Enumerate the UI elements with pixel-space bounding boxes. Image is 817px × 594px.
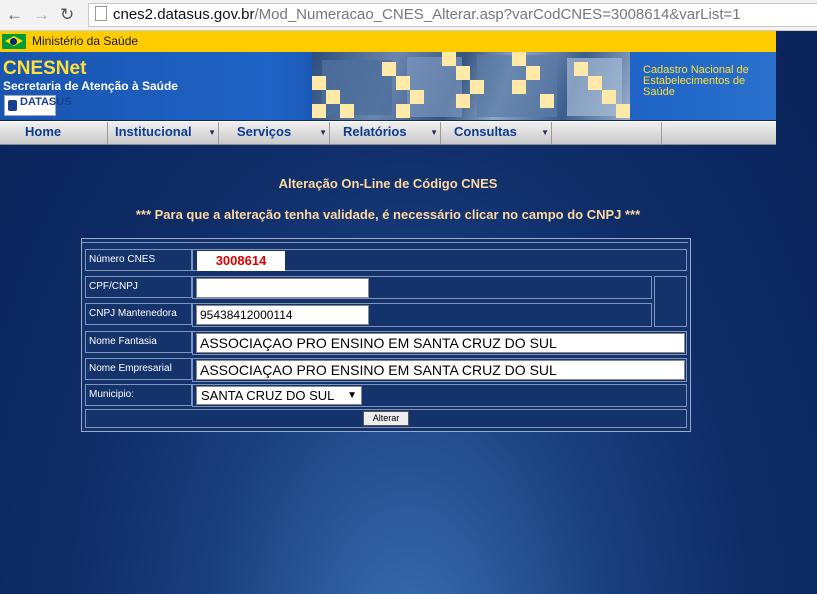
nome-fantasia-input[interactable] [196, 333, 685, 353]
url-path: /Mod_Numeracao_CNES_Alterar.asp?varCodCN… [254, 6, 741, 23]
panel-top-line [82, 239, 688, 243]
menu-item-home[interactable]: Home [0, 122, 108, 144]
dropdown-arrow-icon: ▼ [430, 128, 438, 137]
ministry-strip: Ministério da Saúde [0, 31, 776, 53]
main-menu: Home Institucional ▼ Serviços ▼ Relatóri… [0, 121, 776, 145]
cpf-cnpj-label: CPF/CNPJ [85, 276, 192, 298]
chevron-down-icon: ▼ [347, 390, 357, 401]
validity-warning: *** Para que a alteração tenha validade,… [135, 207, 641, 222]
nome-fantasia-label: Nome Fantasia [85, 331, 192, 353]
page-icon [95, 6, 107, 21]
header-banner: CNESNet Secretaria de Atenção à Saúde DA… [0, 52, 776, 120]
menu-item-label: Institucional [115, 124, 192, 139]
cadastro-caption: Cadastro Nacional de Estabelecimentos de… [643, 65, 749, 98]
datasus-logo[interactable]: DATASUS [4, 95, 72, 116]
municipio-selected-value: SANTA CRUZ DO SUL [201, 388, 335, 403]
browser-toolbar: ← → ↻ cnes2.datasus.gov.br/Mod_Numeracao… [0, 0, 817, 31]
menu-item-servicos[interactable]: Serviços ▼ [219, 122, 330, 144]
menu-item-label: Consultas [454, 124, 517, 139]
alterar-button[interactable]: Alterar [363, 411, 409, 426]
numero-cnes-label: Número CNES [85, 249, 192, 271]
url-host: cnes2.datasus.gov.br [113, 6, 255, 23]
cpf-cnpj-input[interactable] [196, 278, 369, 298]
menu-item-institucional[interactable]: Institucional ▼ [108, 122, 219, 144]
brazil-flag-icon [2, 34, 26, 49]
dropdown-arrow-icon: ▼ [319, 128, 327, 137]
back-arrow-icon[interactable]: ← [6, 5, 23, 25]
municipio-label: Municipio: [85, 384, 192, 406]
menu-item-label: Relatórios [343, 124, 407, 139]
reload-icon[interactable]: ↻ [60, 5, 74, 25]
cadastro-line-3: Saúde [643, 86, 675, 98]
menu-item-label: Home [25, 124, 62, 139]
forward-arrow-icon[interactable]: → [33, 5, 50, 25]
cnpj-mantenedora-label: CNPJ Mantenedora [85, 303, 192, 325]
cnpj-side-frame [654, 276, 687, 327]
menu-item-consultas[interactable]: Consultas ▼ [441, 122, 552, 144]
cnpj-mantenedora-input[interactable] [196, 305, 369, 325]
banner-photo-mosaic [312, 52, 630, 120]
numero-cnes-value: 3008614 [197, 251, 285, 271]
dropdown-arrow-icon: ▼ [208, 128, 216, 137]
nome-empresarial-input[interactable] [196, 360, 685, 380]
menu-spacer [552, 122, 662, 144]
dropdown-arrow-icon: ▼ [541, 128, 549, 137]
ministry-label[interactable]: Ministério da Saúde [32, 34, 138, 48]
menu-item-relatorios[interactable]: Relatórios ▼ [330, 122, 441, 144]
brand-title[interactable]: CNESNet [3, 58, 86, 80]
nome-empresarial-label: Nome Empresarial [85, 358, 192, 380]
menu-item-label: Serviços [237, 124, 292, 139]
address-bar[interactable]: cnes2.datasus.gov.br/Mod_Numeracao_CNES_… [88, 3, 817, 27]
municipio-select[interactable]: SANTA CRUZ DO SUL ▼ [196, 386, 362, 405]
page-title: Alteração On-Line de Código CNES [278, 176, 498, 191]
brand-subtitle: Secretaria de Atenção à Saúde [3, 79, 178, 93]
cnes-form: Número CNES 3008614 CPF/CNPJ CNPJ Manten… [81, 238, 691, 432]
